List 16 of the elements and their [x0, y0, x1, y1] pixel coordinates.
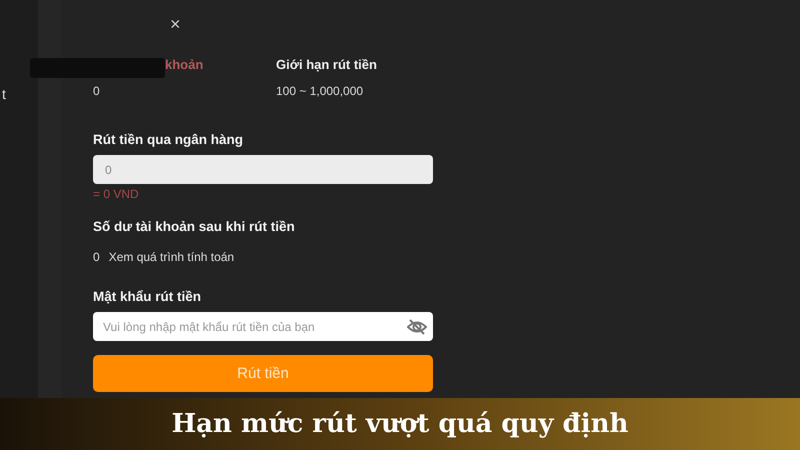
- stat-value: 100 ~ 1,000,000: [276, 84, 364, 98]
- amount-field[interactable]: 0: [93, 155, 433, 184]
- password-field[interactable]: Vui lòng nhập mật khẩu rút tiền của bạn: [93, 312, 433, 341]
- converted-amount: = 0 VND: [93, 187, 140, 201]
- field-label: Rút tiền qua ngân hàng: [93, 132, 244, 147]
- field-label: Mật khẩu rút tiền: [93, 289, 202, 304]
- stat-label: khoản: [165, 57, 204, 72]
- close-icon[interactable]: ×: [170, 14, 181, 35]
- eye-hidden-icon[interactable]: [407, 319, 427, 335]
- balance-value: 0: [93, 250, 100, 264]
- calculation-link[interactable]: Xem quá trình tính toán: [108, 250, 234, 264]
- caption-title: Hạn mức rút vượt quá quy định: [172, 409, 628, 439]
- field-label: Số dư tài khoản sau khi rút tiền: [93, 219, 296, 234]
- sidebar-item[interactable]: t: [2, 86, 6, 102]
- stat-label: Giới hạn rút tiền: [276, 57, 377, 72]
- stat-value: 0: [93, 84, 101, 98]
